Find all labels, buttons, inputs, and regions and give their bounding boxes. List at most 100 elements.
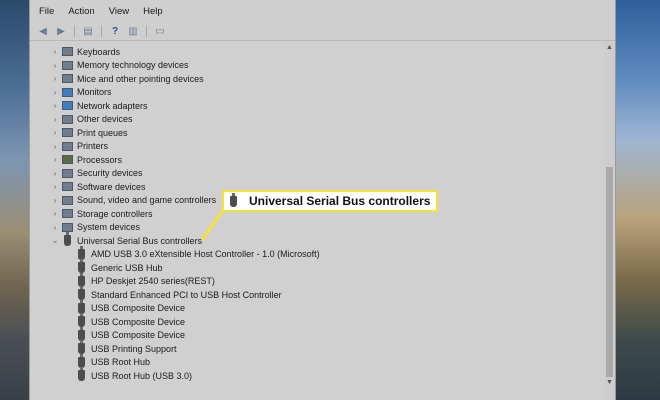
printer-icon [62,128,73,138]
device-label: USB Root Hub (USB 3.0) [91,370,193,381]
device-label: AMD USB 3.0 eXtensible Host Controller -… [91,249,320,260]
mouse-icon [62,74,73,84]
tree-item-network[interactable]: › Network adapters [50,99,148,113]
tree-item-label: Universal Serial Bus controllers [77,235,203,246]
chevron-right-icon[interactable]: › [50,209,60,218]
tree-item-label: Processors [77,154,123,165]
usb-device-item[interactable]: USB Printing Support [76,340,177,356]
menu-file[interactable]: File [39,6,54,17]
tree-item-label: Sound, video and game controllers [77,195,217,206]
tree-item-keyboards[interactable]: › Keyboards [50,45,120,59]
usb-icon [64,232,71,247]
tree-item-label: Print queues [77,127,128,138]
toolbar: ◀ ▶ ▤ ? ▥ ▭ [30,22,615,41]
scroll-down-icon[interactable]: ▼ [604,378,615,388]
chevron-right-icon[interactable]: › [50,196,60,205]
usb-icon [78,245,85,260]
usb-device-item[interactable]: Generic USB Hub [76,259,163,275]
view-icon[interactable]: ▥ [126,25,140,38]
tree-item-usb-controllers[interactable]: ⌄ Universal Serial Bus controllers [50,232,203,248]
help-icon[interactable]: ? [108,25,122,38]
usb-icon [78,286,85,301]
chevron-right-icon[interactable]: › [50,169,60,178]
security-icon [62,168,73,178]
tree-item-print-queues[interactable]: › Print queues [50,126,128,140]
tree-item-monitors[interactable]: › Monitors [50,86,112,100]
usb-icon [78,259,85,274]
usb-device-item[interactable]: USB Root Hub (USB 3.0) [76,367,193,383]
usb-icon [78,340,85,355]
tree-item-sound[interactable]: › Sound, video and game controllers [50,194,216,208]
menu-view[interactable]: View [109,6,129,17]
menu-bar: File Action View Help [30,0,615,22]
properties-icon[interactable]: ▤ [81,25,95,38]
chevron-right-icon[interactable]: › [50,88,60,97]
chevron-right-icon[interactable]: › [50,182,60,191]
tree-item-mice[interactable]: › Mice and other pointing devices [50,72,204,86]
chevron-right-icon[interactable]: › [50,223,60,232]
usb-device-item[interactable]: USB Composite Device [76,326,185,343]
chevron-right-icon[interactable]: › [50,61,60,70]
tree-item-other[interactable]: › Other devices [50,113,133,127]
menu-action[interactable]: Action [68,6,94,17]
tree-item-label: Storage controllers [77,208,153,219]
device-label: USB Root Hub [91,357,151,368]
usb-icon [78,353,85,368]
scroll-up-icon[interactable]: ▲ [604,43,615,53]
keyboard-icon [62,47,73,57]
usb-icon [78,313,85,328]
tree-item-processors[interactable]: › Processors [50,153,122,167]
callout-label: Universal Serial Bus controllers [249,194,431,208]
tree-item-memory[interactable]: › Memory technology devices [50,59,189,73]
usb-device-item[interactable]: AMD USB 3.0 eXtensible Host Controller -… [76,245,320,262]
software-icon [62,182,73,192]
tree-item-label: Memory technology devices [77,60,189,71]
menu-help[interactable]: Help [143,6,163,17]
toolbar-separator [74,25,75,37]
tree-item-label: Software devices [77,181,146,192]
chevron-right-icon[interactable]: › [50,128,60,137]
processor-icon [62,155,73,165]
chevron-right-icon[interactable]: › [50,47,60,56]
usb-icon [78,367,85,382]
chevron-right-icon[interactable]: › [50,142,60,151]
usb-device-item[interactable]: HP Deskjet 2540 series(REST) [76,272,215,289]
tree-item-label: Monitors [77,87,112,98]
device-tree-pane: › Keyboards › Memory technology devices › M… [30,41,604,400]
tree-item-label: Network adapters [77,100,148,111]
tree-item-printers[interactable]: › Printers [50,140,108,154]
device-label: Generic USB Hub [91,262,163,273]
tree-item-label: Other devices [77,114,133,125]
desktop-wallpaper-left [0,0,29,400]
monitor-icon [62,87,73,97]
tree-item-label: Security devices [77,168,143,179]
chevron-right-icon[interactable]: › [50,155,60,164]
usb-device-item[interactable]: USB Root Hub [76,353,151,370]
usb-device-item[interactable]: USB Composite Device [76,313,185,329]
tree-item-security[interactable]: › Security devices [50,167,143,181]
unknown-device-icon [62,114,73,124]
chevron-down-icon[interactable]: ⌄ [50,236,60,245]
tree-item-storage[interactable]: › Storage controllers [50,207,153,221]
tree-item-label: Keyboards [77,46,121,57]
printer-icon [62,141,73,151]
toolbar-separator [146,25,147,37]
device-label: Standard Enhanced PCI to USB Host Contro… [91,289,282,300]
memory-icon [62,60,73,70]
usb-device-item[interactable]: Standard Enhanced PCI to USB Host Contro… [76,286,282,302]
usb-device-item[interactable]: USB Composite Device [76,299,185,316]
chevron-right-icon[interactable]: › [50,74,60,83]
back-icon[interactable]: ◀ [36,25,50,38]
vertical-scrollbar[interactable]: ▲ ▼ [604,41,615,400]
tree-item-system[interactable]: › System devices [50,221,140,235]
scrollbar-thumb[interactable] [606,167,613,377]
tree-item-software[interactable]: › Software devices [50,180,146,194]
chevron-right-icon[interactable]: › [50,101,60,110]
tree-item-label: Mice and other pointing devices [77,73,204,84]
forward-icon[interactable]: ▶ [54,25,68,38]
system-icon [62,222,73,232]
monitor-icon[interactable]: ▭ [153,25,167,38]
chevron-right-icon[interactable]: › [50,115,60,124]
toolbar-separator [101,25,102,37]
tree-item-label: Printers [77,141,109,152]
